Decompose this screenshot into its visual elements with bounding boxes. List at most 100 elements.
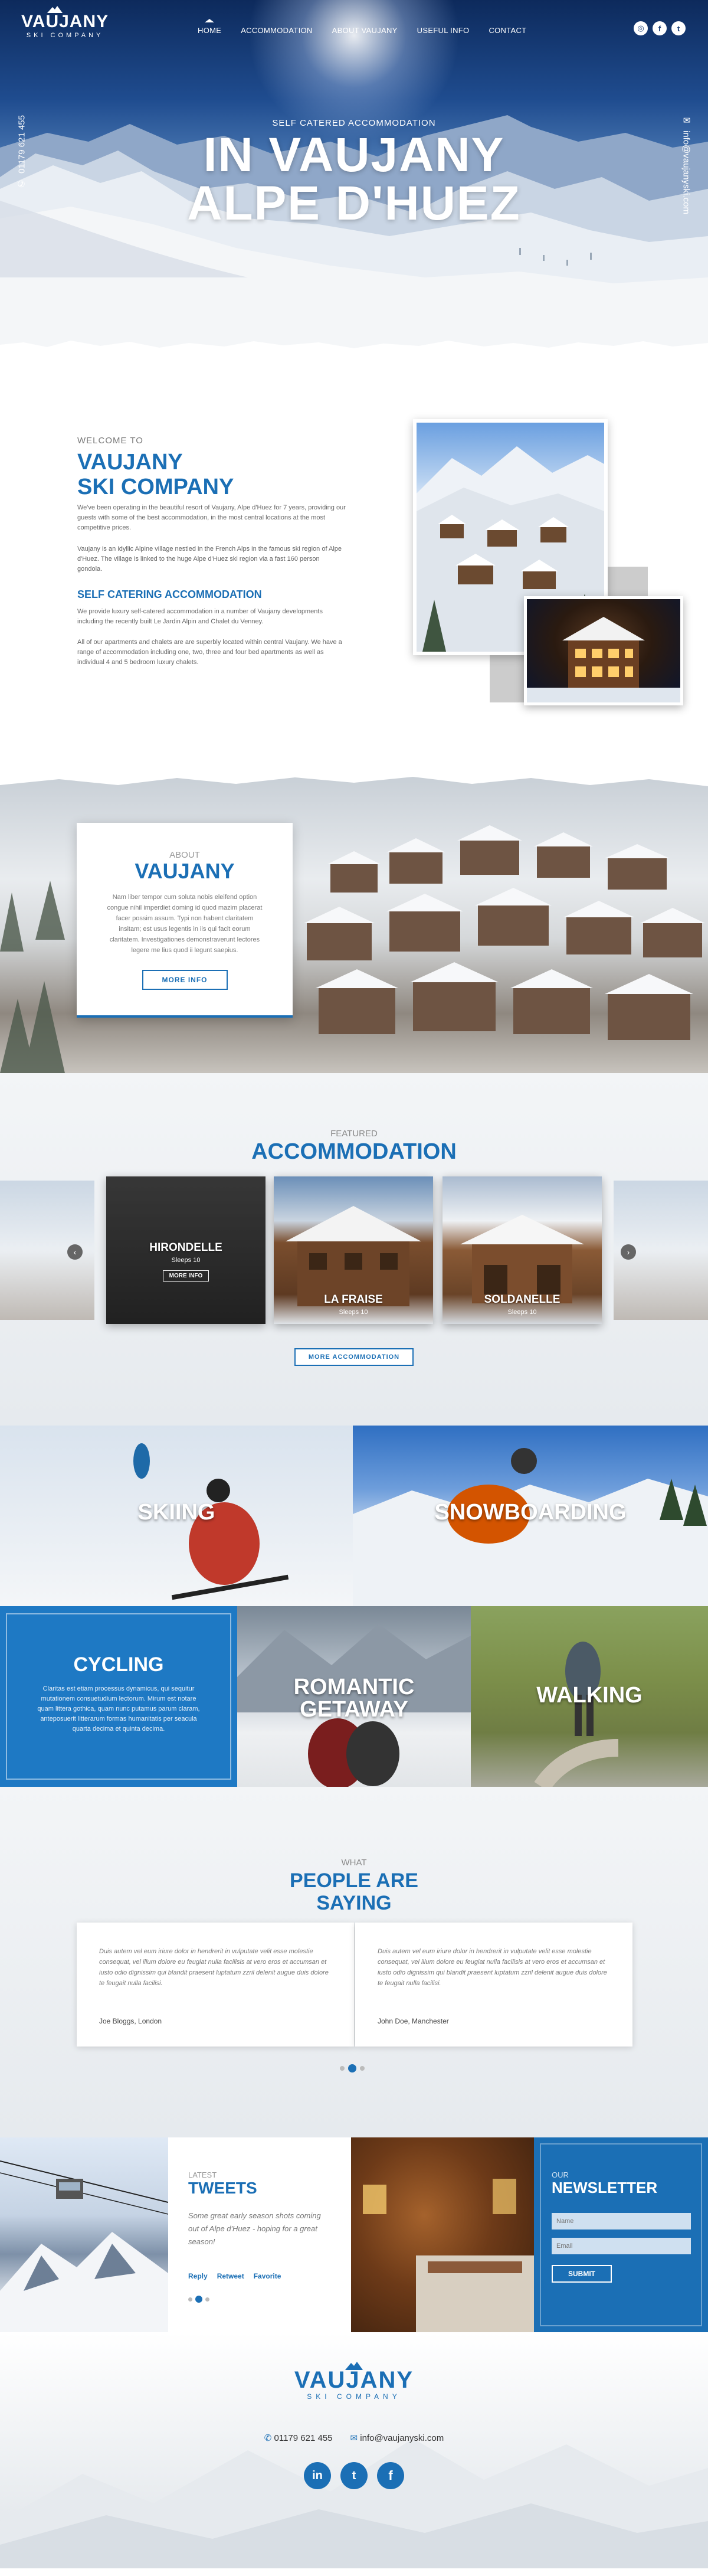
accommodation-card-hirondelle[interactable]: HIRONDELLE Sleeps 10 MORE INFO <box>106 1176 266 1324</box>
linkedin-icon[interactable]: in <box>304 2462 331 2489</box>
pagination-dot[interactable] <box>188 2297 192 2302</box>
social-links-top: ◎ f t <box>634 21 686 35</box>
activity-romantic-getaway[interactable]: ROMANTIC GETAWAY <box>237 1606 471 1787</box>
tweets-panel: LATEST TWEETS Some great early season sh… <box>168 2137 351 2332</box>
tweet-reply-link[interactable]: Reply <box>188 2272 208 2280</box>
testimonial-card: Duis autem vel eum iriure dolor in hendr… <box>77 1923 354 2047</box>
testimonial-card: Duis autem vel eum iriure dolor in hendr… <box>355 1923 632 2047</box>
footer-email-text: info@vaujanyski.com <box>360 2433 444 2443</box>
walking-label: WALKING <box>536 1683 643 1708</box>
activity-snowboarding[interactable]: SNOWBOARDING <box>353 1426 708 1606</box>
welcome-paragraph-2: Vaujany is an idyllic Alpine village nes… <box>77 545 342 573</box>
testimonial-pagination <box>340 2064 365 2072</box>
tweets-pretitle: LATEST <box>188 2170 217 2179</box>
newsletter-email-input[interactable] <box>552 2238 691 2254</box>
testimonials-pretitle: WHAT <box>341 1858 367 1868</box>
skiing-label: SKIING <box>137 1500 215 1525</box>
nav-about-vaujany[interactable]: ABOUT VAUJANY <box>332 26 398 35</box>
soldanelle-sleeps: Sleeps 10 <box>507 1309 537 1316</box>
la-fraise-caption: LA FRAISE Sleeps 10 <box>274 1293 433 1316</box>
tweet-favorite-link[interactable]: Favorite <box>254 2272 281 2280</box>
snowboarding-label: SNOWBOARDING <box>434 1500 627 1525</box>
hirondelle-sleeps: Sleeps 10 <box>171 1257 201 1264</box>
nav-accommodation[interactable]: ACCOMMODATION <box>241 26 312 35</box>
pagination-dot[interactable] <box>360 2066 365 2071</box>
pagination-dot-active[interactable] <box>348 2064 356 2072</box>
newsletter-name-input[interactable] <box>552 2213 691 2230</box>
testimonials-title-line2: SAYING <box>316 1892 392 1914</box>
hirondelle-name: HIRONDELLE <box>149 1241 222 1254</box>
pagination-dot[interactable] <box>205 2297 209 2302</box>
hirondelle-more-info-button[interactable]: MORE INFO <box>162 1270 209 1282</box>
welcome-title-line1: VAUJANY <box>77 450 183 475</box>
pagination-dot[interactable] <box>340 2066 345 2071</box>
hero-title-line2: ALPE D'HUEZ <box>187 176 521 230</box>
footer-logo-name: VAUJANY <box>294 2367 414 2393</box>
chalet-night-photo <box>524 596 683 705</box>
newsletter-title: NEWSLETTER <box>552 2179 658 2196</box>
footer-logo-subtitle: SKI COMPANY <box>307 2392 401 2401</box>
more-accommodation-button[interactable]: MORE ACCOMMODATION <box>294 1348 414 1366</box>
romantic-line2: GETAWAY <box>300 1697 408 1722</box>
main-nav: HOME ACCOMMODATION ABOUT VAUJANY USEFUL … <box>198 19 526 35</box>
logo-name: VAUJANY <box>21 12 109 31</box>
accommodation-card-la-fraise[interactable]: LA FRAISE Sleeps 10 <box>274 1176 433 1324</box>
footer-logo[interactable]: VAUJANY SKI COMPANY <box>0 2362 708 2401</box>
site-footer: VAUJANY SKI COMPANY ✆ 01179 621 455 ✉ in… <box>0 2332 708 2568</box>
testimonials-title: PEOPLE ARE SAYING <box>0 1869 708 1914</box>
activity-walking[interactable]: WALKING <box>471 1606 708 1787</box>
accommodation-card-soldanelle[interactable]: SOLDANELLE Sleeps 10 <box>442 1176 602 1324</box>
pagination-dot-active[interactable] <box>195 2296 202 2303</box>
welcome-paragraph-4: All of our apartments and chalets are ar… <box>77 639 342 666</box>
footer-email[interactable]: ✉ info@vaujanyski.com <box>350 2433 444 2443</box>
activity-skiing[interactable]: SKIING <box>0 1426 353 1606</box>
activities-section: SKIING SNOWBOARDING CYCLING Claritas est… <box>0 1426 708 1787</box>
site-logo[interactable]: VAUJANY SKI COMPANY <box>21 6 109 39</box>
hero-title-line1: IN VAUJANY <box>203 128 505 182</box>
about-more-info-button[interactable]: MORE INFO <box>142 970 228 990</box>
email-icon: ✉ <box>350 2433 358 2443</box>
carousel-prev-arrow[interactable]: ‹ <box>67 1244 83 1260</box>
welcome-paragraph-1: We've been operating in the beautiful re… <box>77 504 346 531</box>
romantic-getaway-label: ROMANTIC GETAWAY <box>237 1676 471 1721</box>
cable-car-photo <box>0 2137 168 2332</box>
twitter-icon[interactable]: t <box>671 21 686 35</box>
about-title: VAUJANY <box>135 859 235 883</box>
la-fraise-sleeps: Sleeps 10 <box>339 1309 368 1316</box>
phone-icon: ✆ <box>264 2433 272 2443</box>
footer-contact: ✆ 01179 621 455 ✉ info@vaujanyski.com <box>0 2433 708 2443</box>
tweet-text: Some great early season shots coming out… <box>188 2211 321 2246</box>
accommodation-section: FEATURED ACCOMMODATION ‹ › HIRONDELLE Sl… <box>0 1073 708 1426</box>
tweet-retweet-link[interactable]: Retweet <box>217 2272 244 2280</box>
accommodation-title: ACCOMMODATION <box>251 1139 457 1164</box>
tweets-newsletter-section: LATEST TWEETS Some great early season sh… <box>0 2137 708 2332</box>
nav-useful-info[interactable]: USEFUL INFO <box>417 26 470 35</box>
carousel-next-arrow[interactable]: › <box>621 1244 636 1260</box>
twitter-icon[interactable]: t <box>340 2462 368 2489</box>
welcome-title-line2: SKI COMPANY <box>77 475 234 499</box>
newsletter-pretitle: OUR <box>552 2170 569 2179</box>
tweets-pagination <box>188 2296 209 2303</box>
tripadvisor-icon[interactable]: ◎ <box>634 21 648 35</box>
facebook-icon[interactable]: f <box>377 2462 404 2489</box>
nav-contact[interactable]: CONTACT <box>489 26 526 35</box>
tweets-title: TWEETS <box>188 2179 257 2197</box>
romantic-line1: ROMANTIC <box>293 1675 415 1699</box>
cycling-text: Claritas est etiam processus dynamicus, … <box>37 1685 200 1732</box>
soldanelle-caption: SOLDANELLE Sleeps 10 <box>442 1293 602 1316</box>
activity-cycling[interactable]: CYCLING Claritas est etiam processus dyn… <box>0 1606 237 1787</box>
newsletter-panel: OUR NEWSLETTER SUBMIT <box>534 2137 708 2332</box>
welcome-pretitle: WELCOME TO <box>77 436 143 446</box>
cycling-label: CYCLING <box>73 1653 164 1676</box>
testimonial-author: Joe Bloggs, London <box>99 2017 162 2025</box>
la-fraise-name: LA FRAISE <box>324 1293 383 1306</box>
footer-phone[interactable]: ✆ 01179 621 455 <box>264 2433 333 2443</box>
testimonial-text: Duis autem vel eum iriure dolor in hendr… <box>99 1948 329 1987</box>
testimonial-text: Duis autem vel eum iriure dolor in hendr… <box>378 1948 607 1987</box>
accommodation-pretitle: FEATURED <box>330 1129 378 1139</box>
newsletter-submit-button[interactable]: SUBMIT <box>552 2265 612 2283</box>
nav-home[interactable]: HOME <box>198 19 221 35</box>
footer-social: in t f <box>0 2462 708 2489</box>
testimonial-author: John Doe, Manchester <box>378 2017 449 2025</box>
facebook-icon[interactable]: f <box>653 21 667 35</box>
